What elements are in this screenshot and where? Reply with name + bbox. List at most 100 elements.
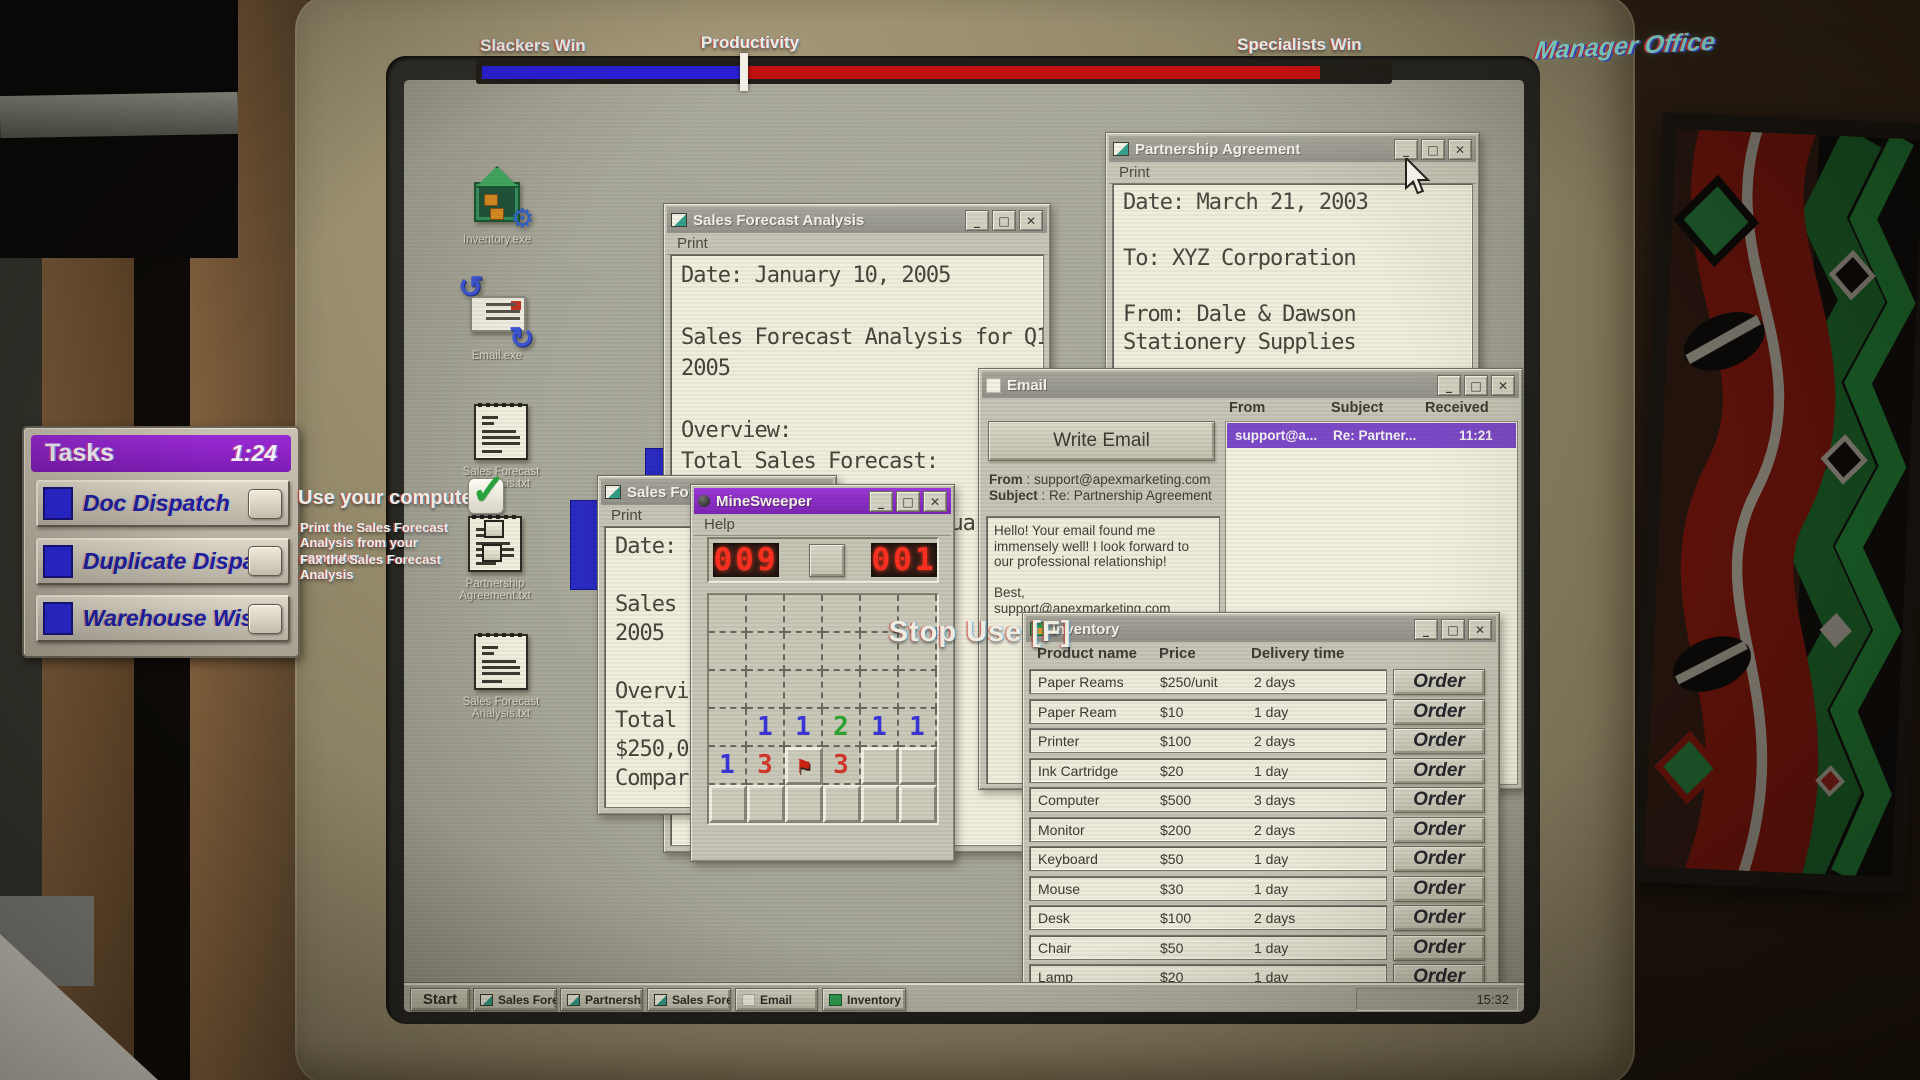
grid-cell-revealed[interactable]: 1 <box>785 709 823 747</box>
task-pin-button[interactable] <box>248 604 282 634</box>
taskbar-button-inventory[interactable]: Inventory <box>822 988 906 1011</box>
grid-cell-hidden[interactable] <box>709 785 747 823</box>
window-minesweeper[interactable]: MineSweeper _□✕ Help 009 001 1121113⚑3 <box>690 484 955 862</box>
grid-cell-revealed[interactable] <box>899 671 937 709</box>
task-row-duplicate-dispatch[interactable]: Duplicate Dispatch <box>36 538 290 585</box>
grid-cell-revealed[interactable] <box>785 595 823 633</box>
grid-cell-hidden[interactable] <box>861 785 899 823</box>
start-button[interactable]: Start <box>410 988 470 1011</box>
maximize-button[interactable]: □ <box>1464 375 1488 396</box>
task-color-chip <box>43 545 73 578</box>
grid-cell-hidden[interactable] <box>899 747 937 785</box>
order-button[interactable]: Order <box>1393 905 1485 931</box>
inventory-item-field: Desk$1002 days <box>1029 905 1387 930</box>
desktop-screen[interactable]: ⚙Inventory.exe ↺↻Email.exe Sales Forecast … <box>404 80 1524 1012</box>
grid-cell-revealed[interactable] <box>861 671 899 709</box>
close-button[interactable]: ✕ <box>1448 139 1472 160</box>
grid-cell-hidden[interactable] <box>899 785 937 823</box>
delivery-time: 2 days <box>1254 822 1295 838</box>
close-button[interactable]: ✕ <box>1468 619 1492 640</box>
product-price: $500 <box>1160 792 1191 808</box>
grid-cell-revealed[interactable]: 2 <box>823 709 861 747</box>
email-from-line: From : support@apexmarketing.com <box>989 472 1211 487</box>
game-scene: ⚙Inventory.exe ↺↻Email.exe Sales Forecast … <box>0 0 1920 1080</box>
grid-cell-revealed[interactable]: 1 <box>709 747 747 785</box>
order-button[interactable]: Order <box>1393 728 1485 754</box>
order-button[interactable]: Order <box>1393 846 1485 872</box>
minimize-button[interactable]: _ <box>1414 619 1438 640</box>
taskbar-button-email[interactable]: Email <box>735 988 818 1011</box>
grid-cell-revealed[interactable] <box>709 595 747 633</box>
grid-cell-hidden[interactable] <box>823 785 861 823</box>
refresh-arrow-icon: ↺ <box>458 270 483 305</box>
grid-cell-revealed[interactable]: 3 <box>747 747 785 785</box>
taskbar-button-partnership-a[interactable]: Partnership A <box>560 988 643 1011</box>
order-button[interactable]: Order <box>1393 876 1485 902</box>
spiral-binding <box>472 515 518 519</box>
maximize-button[interactable]: □ <box>992 210 1016 231</box>
refresh-arrow-icon: ↻ <box>509 321 534 356</box>
grid-cell-revealed[interactable]: 1 <box>861 709 899 747</box>
task-pin-button[interactable] <box>248 489 282 519</box>
desktop-icon-inventory-exe[interactable]: ⚙Inventory.exe <box>454 166 540 246</box>
desktop-icon-sales-forecast-analysis-txt[interactable]: Sales Forecast Analysis.txt <box>458 628 544 720</box>
grid-cell-hidden[interactable] <box>785 785 823 823</box>
maximize-button[interactable]: □ <box>1421 139 1445 160</box>
order-button[interactable]: Order <box>1393 758 1485 784</box>
reset-smiley-button[interactable] <box>809 544 845 577</box>
titlebar-sales-forecast[interactable]: Sales Forecast Analysis _□✕ <box>667 207 1047 233</box>
write-email-button[interactable]: Write Email <box>988 421 1215 461</box>
menu-print[interactable]: Print <box>667 233 1047 255</box>
grid-cell-revealed[interactable] <box>709 633 747 671</box>
minimize-button[interactable]: _ <box>1437 375 1461 396</box>
task-pin-button[interactable] <box>248 546 282 576</box>
product-price: $20 <box>1160 763 1183 779</box>
grid-cell-revealed[interactable] <box>823 595 861 633</box>
inventory-row: Desk$1002 daysOrder <box>1023 905 1501 932</box>
order-button[interactable]: Order <box>1393 669 1485 695</box>
close-button[interactable]: ✕ <box>923 491 947 512</box>
order-button[interactable]: Order <box>1393 817 1485 843</box>
maximize-button[interactable]: □ <box>1441 619 1465 640</box>
grid-cell-revealed[interactable]: 1 <box>899 709 937 747</box>
task-row-warehouse-wishlist[interactable]: Warehouse Wishlist <box>36 595 290 642</box>
order-button[interactable]: Order <box>1393 787 1485 813</box>
order-button[interactable]: Order <box>1393 699 1485 725</box>
menu-help[interactable]: Help <box>694 514 951 536</box>
inventory-row: Chair$501 dayOrder <box>1023 935 1501 962</box>
titlebar-minesweeper[interactable]: MineSweeper _□✕ <box>694 488 951 514</box>
grid-cell-revealed[interactable] <box>709 709 747 747</box>
taskbar-button-sales-forecas[interactable]: Sales Forecas <box>647 988 731 1011</box>
taskbar-button-sales-forecas[interactable]: Sales Forecas <box>473 988 557 1011</box>
grid-cell-revealed[interactable] <box>823 671 861 709</box>
grid-cell-revealed[interactable] <box>785 633 823 671</box>
close-button[interactable]: ✕ <box>1019 210 1043 231</box>
office-art-poster <box>1629 112 1920 893</box>
grid-cell-revealed[interactable] <box>747 595 785 633</box>
window-inventory[interactable]: Inventory _□✕ Product name Price Deliver… <box>1022 612 1500 1012</box>
grid-cell-revealed[interactable]: 1 <box>747 709 785 747</box>
taskbar-clock: 15:32 <box>1356 988 1518 1011</box>
titlebar-email[interactable]: Email _□✕ <box>982 372 1519 398</box>
order-button[interactable]: Order <box>1393 935 1485 961</box>
grid-cell-revealed[interactable] <box>747 671 785 709</box>
grid-cell-revealed[interactable]: 3 <box>823 747 861 785</box>
grid-cell-revealed[interactable] <box>823 633 861 671</box>
minimize-button[interactable]: _ <box>965 210 989 231</box>
minimize-button[interactable]: _ <box>1394 139 1418 160</box>
email-list-item[interactable]: support@a... Re: Partner... 11:21 <box>1227 423 1516 448</box>
grid-cell-revealed[interactable] <box>709 671 747 709</box>
desktop-icon-email-exe[interactable]: ↺↻Email.exe <box>454 282 540 362</box>
task-row-doc-dispatch[interactable]: Doc Dispatch <box>36 480 290 527</box>
grid-cell-hidden[interactable]: ⚑ <box>785 747 823 785</box>
mine-counter-display: 009 <box>713 543 779 577</box>
taskbar[interactable]: Start Sales ForecasPartnership ASales Fo… <box>404 983 1524 1012</box>
close-button[interactable]: ✕ <box>1491 375 1515 396</box>
grid-cell-revealed[interactable] <box>747 633 785 671</box>
maximize-button[interactable]: □ <box>896 491 920 512</box>
grid-cell-hidden[interactable] <box>747 785 785 823</box>
grid-cell-hidden[interactable] <box>861 747 899 785</box>
minimize-button[interactable]: _ <box>869 491 893 512</box>
grid-cell-revealed[interactable] <box>785 671 823 709</box>
task-complete-checkbox[interactable]: ✓ <box>468 478 504 514</box>
